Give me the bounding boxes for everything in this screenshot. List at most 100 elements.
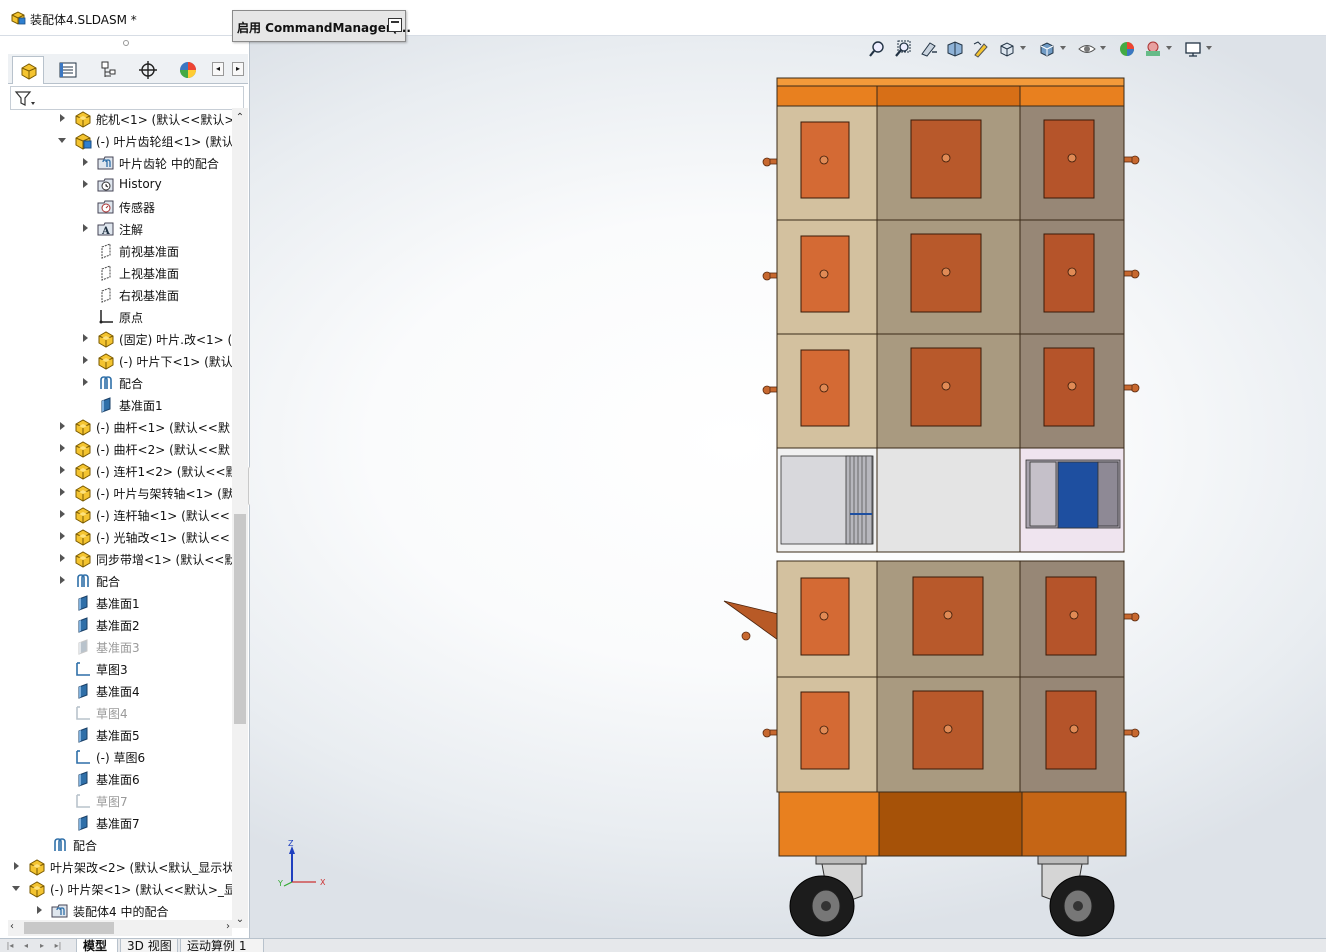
collapsed-arrow-icon[interactable]	[58, 575, 68, 585]
left-caster	[789, 855, 867, 937]
tree-item-label: 传感器	[119, 201, 156, 215]
tree-item[interactable]: 基准面6	[8, 768, 232, 790]
expanded-arrow-icon[interactable]	[12, 883, 22, 893]
tree-item[interactable]: 配合	[8, 834, 232, 856]
tree-item[interactable]: (-) 连杆1<2> (默认<<默	[8, 460, 232, 482]
tree-item[interactable]: 右视基准面	[8, 284, 232, 306]
command-manager-popup[interactable]: 启用 CommandManager(...	[232, 10, 411, 42]
tree-item[interactable]: (-) 光轴改<1> (默认<<	[8, 526, 232, 548]
tree-item[interactable]: 同步带增<1> (默认<<默	[8, 548, 232, 570]
expanded-arrow-icon[interactable]	[58, 135, 68, 145]
tree-item[interactable]: 草图4	[8, 702, 232, 724]
tree-item-label: (-) 连杆1<2> (默认<<默	[96, 465, 232, 479]
tree-item[interactable]: (-) 叶片齿轮组<1> (默认	[8, 130, 232, 152]
tab-scroll-left-button[interactable]: ◂	[212, 62, 224, 76]
first-tab-icon[interactable]: |◂	[4, 940, 16, 952]
tree-item[interactable]: A 注解	[8, 218, 232, 240]
tree-item-label: (固定) 叶片.改<1> (	[119, 333, 232, 347]
tree-item[interactable]: 基准面7	[8, 812, 232, 834]
plane-icon	[74, 682, 92, 700]
tree-item[interactable]: 基准面1	[8, 592, 232, 614]
tree-item[interactable]: (-) 草图6	[8, 746, 232, 768]
collapsed-arrow-icon[interactable]	[58, 509, 68, 519]
tree-item[interactable]: (固定) 叶片.改<1> (	[8, 328, 232, 350]
tab-property-manager[interactable]	[52, 56, 84, 82]
last-tab-icon[interactable]: ▸|	[52, 940, 64, 952]
next-tab-icon[interactable]: ▸	[36, 940, 48, 952]
tree-item-label: 配合	[96, 575, 121, 589]
tree-horizontal-scrollbar[interactable]: ‹ ›	[8, 920, 232, 936]
collapsed-arrow-icon[interactable]	[58, 487, 68, 497]
tree-filter-bar[interactable]	[10, 86, 244, 110]
graphics-area[interactable]: Z Y X	[250, 36, 1326, 938]
tree-item[interactable]: (-) 叶片架<1> (默认<<默认>_显	[8, 878, 232, 900]
collapsed-arrow-icon[interactable]	[12, 861, 22, 871]
tree-item[interactable]: 基准面3	[8, 636, 232, 658]
tree-item-label: (-) 曲杆<1> (默认<<默	[96, 421, 230, 435]
scroll-left-icon[interactable]: ‹	[10, 921, 14, 932]
tree-item[interactable]: 草图7	[8, 790, 232, 812]
tree-item[interactable]: 配合	[8, 570, 232, 592]
appearance-pie-icon	[180, 62, 196, 78]
tab-model[interactable]: 模型	[76, 939, 118, 952]
tab-scroll-right-button[interactable]: ▸	[232, 62, 244, 76]
tab-dimxpert-manager[interactable]	[132, 56, 164, 82]
tree-vertical-scrollbar[interactable]: ⌃ ⌄	[232, 108, 248, 928]
tab-configuration-manager[interactable]	[92, 56, 124, 82]
tree-item[interactable]: 叶片架改<2> (默认<默认_显示状	[8, 856, 232, 878]
collapsed-arrow-icon[interactable]	[81, 223, 91, 233]
tree-item[interactable]: (-) 叶片下<1> (默认	[8, 350, 232, 372]
part-icon	[74, 462, 92, 480]
scroll-down-icon[interactable]: ⌄	[234, 914, 246, 926]
tree-item[interactable]: 叶片齿轮 中的配合	[8, 152, 232, 174]
tree-item[interactable]: 传感器	[8, 196, 232, 218]
tab-display-manager[interactable]	[172, 56, 204, 82]
tree-item[interactable]: 基准面5	[8, 724, 232, 746]
tree-item[interactable]: (-) 曲杆<1> (默认<<默	[8, 416, 232, 438]
tree-item-label: 草图3	[96, 663, 128, 677]
tree-item-label: 草图4	[96, 707, 128, 721]
part-icon	[28, 858, 46, 876]
collapsed-arrow-icon[interactable]	[81, 157, 91, 167]
collapsed-arrow-icon[interactable]	[81, 333, 91, 343]
tree-item[interactable]: 基准面1	[8, 394, 232, 416]
tab-3d-view[interactable]: 3D 视图	[120, 939, 178, 952]
tree-item[interactable]: 基准面2	[8, 614, 232, 636]
tree-item[interactable]: History	[8, 174, 232, 196]
tree-item-label: (-) 连杆轴<1> (默认<<	[96, 509, 230, 523]
restore-window-icon[interactable]	[388, 18, 402, 32]
collapsed-arrow-icon[interactable]	[81, 179, 91, 189]
scroll-thumb-horizontal[interactable]	[24, 922, 114, 934]
collapsed-arrow-icon[interactable]	[58, 443, 68, 453]
collapsed-arrow-icon[interactable]	[58, 553, 68, 563]
tree-item[interactable]: 配合	[8, 372, 232, 394]
tree-item[interactable]: 草图3	[8, 658, 232, 680]
tree-item[interactable]: 装配体4 中的配合	[8, 900, 232, 922]
tree-item[interactable]: 舵机<1> (默认<<默认>	[8, 108, 232, 130]
collapsed-arrow-icon[interactable]	[58, 531, 68, 541]
tab-feature-manager[interactable]	[12, 56, 44, 84]
collapsed-arrow-icon[interactable]	[58, 465, 68, 475]
tree-item[interactable]: 前视基准面	[8, 240, 232, 262]
tree-item[interactable]: 基准面4	[8, 680, 232, 702]
tree-item[interactable]: 上视基准面	[8, 262, 232, 284]
collapsed-arrow-icon[interactable]	[35, 905, 45, 915]
tree-item[interactable]: (-) 连杆轴<1> (默认<<	[8, 504, 232, 526]
tree-item-label: 装配体4 中的配合	[73, 905, 169, 919]
panel-split-handle[interactable]	[0, 36, 250, 52]
collapsed-arrow-icon[interactable]	[58, 421, 68, 431]
cabinet-3d-model[interactable]	[250, 36, 1326, 938]
scroll-up-icon[interactable]: ⌃	[234, 112, 246, 124]
scroll-right-icon[interactable]: ›	[226, 921, 230, 932]
bottom-tab-bar: |◂ ◂ ▸ ▸| 模型 3D 视图 运动算例 1	[0, 938, 1326, 952]
collapsed-arrow-icon[interactable]	[81, 377, 91, 387]
tree-item[interactable]: 原点	[8, 306, 232, 328]
svg-text:A: A	[101, 226, 110, 237]
tab-motion-study[interactable]: 运动算例 1	[180, 939, 264, 952]
tree-item[interactable]: (-) 曲杆<2> (默认<<默	[8, 438, 232, 460]
collapsed-arrow-icon[interactable]	[81, 355, 91, 365]
collapsed-arrow-icon[interactable]	[58, 113, 68, 123]
tree-item[interactable]: (-) 叶片与架转轴<1> (默	[8, 482, 232, 504]
prev-tab-icon[interactable]: ◂	[20, 940, 32, 952]
scroll-thumb[interactable]	[234, 514, 246, 724]
